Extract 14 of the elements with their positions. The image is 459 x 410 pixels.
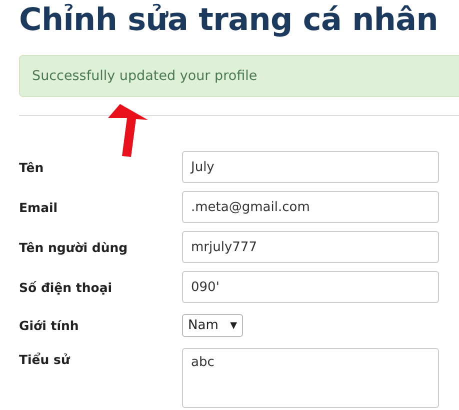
input-field[interactable]: 090': [182, 271, 439, 303]
input-field[interactable]: July: [182, 151, 439, 183]
field-label: Tên: [19, 160, 45, 174]
input-field[interactable]: mrjuly777: [182, 231, 439, 263]
select-dropdown[interactable]: Nam ▼: [182, 314, 243, 337]
field-label: Email: [19, 200, 59, 214]
page-title: Chỉnh sửa trang cá nhân: [19, 2, 440, 38]
success-alert: Successfully updated your profile: [19, 55, 459, 97]
field-label: Số điện thoại: [19, 280, 114, 294]
field-label: Tên người dùng: [19, 240, 129, 254]
field-label: Giới tính: [19, 318, 80, 333]
textarea-field[interactable]: abc: [182, 348, 439, 408]
field-label: Tiểu sử: [19, 352, 72, 367]
input-field[interactable]: .meta@gmail.com: [182, 191, 439, 223]
